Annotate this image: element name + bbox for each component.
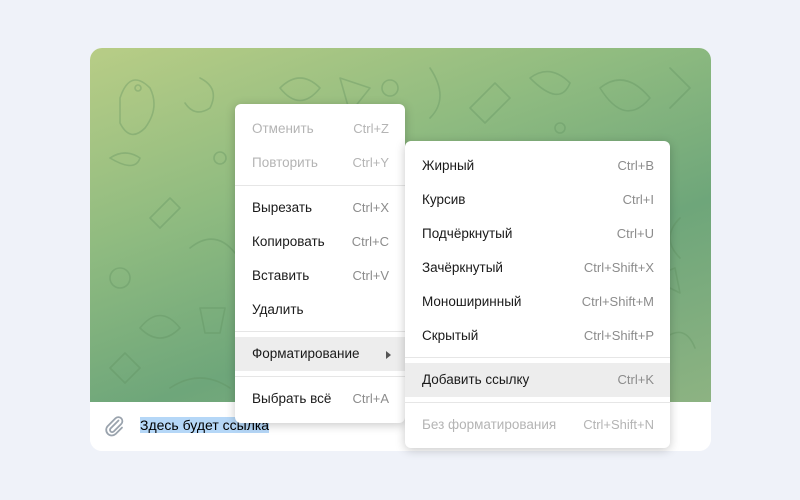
menu-item-bold[interactable]: Жирный Ctrl+B [405,149,670,183]
menu-item-label: Подчёркнутый [422,226,513,241]
menu-item-label: Моноширинный [422,294,522,309]
menu-item-shortcut: Ctrl+B [617,158,654,173]
menu-item-label: Форматирование [252,346,360,361]
menu-item-label: Жирный [422,158,475,173]
menu-item-paste[interactable]: Вставить Ctrl+V [235,259,405,293]
formatting-submenu: Жирный Ctrl+B Курсив Ctrl+I Подчёркнутый… [405,141,670,448]
menu-item-undo[interactable]: Отменить Ctrl+Z [235,112,405,146]
menu-item-label: Повторить [252,155,318,170]
menu-item-clear-formatting[interactable]: Без форматирования Ctrl+Shift+N [405,408,670,442]
menu-item-shortcut: Ctrl+V [352,268,389,283]
menu-item-shortcut: Ctrl+Shift+M [581,294,654,309]
menu-item-label: Вставить [252,268,310,283]
menu-item-underline[interactable]: Подчёркнутый Ctrl+U [405,217,670,251]
menu-separator [405,402,670,403]
menu-item-shortcut: Ctrl+X [352,200,389,215]
menu-item-copy[interactable]: Копировать Ctrl+C [235,225,405,259]
context-menu: Отменить Ctrl+Z Повторить Ctrl+Y Вырезат… [235,104,405,423]
menu-item-shortcut: Ctrl+K [617,372,654,387]
menu-item-select-all[interactable]: Выбрать всё Ctrl+A [235,382,405,416]
menu-item-strikethrough[interactable]: Зачёркнутый Ctrl+Shift+X [405,251,670,285]
menu-item-italic[interactable]: Курсив Ctrl+I [405,183,670,217]
chevron-right-icon [386,351,391,359]
menu-item-label: Курсив [422,192,466,207]
menu-separator [235,331,405,332]
menu-item-label: Выбрать всё [252,391,332,406]
menu-item-shortcut: Ctrl+Y [352,155,389,170]
menu-item-shortcut: Ctrl+A [352,391,389,406]
menu-item-shortcut: Ctrl+Shift+P [583,328,654,343]
menu-item-label: Копировать [252,234,325,249]
menu-item-label: Удалить [252,302,304,317]
menu-item-label: Отменить [252,121,314,136]
menu-item-spoiler[interactable]: Скрытый Ctrl+Shift+P [405,319,670,353]
menu-item-shortcut: Ctrl+C [351,234,389,249]
menu-item-shortcut: Ctrl+I [622,192,654,207]
menu-item-label: Без форматирования [422,417,557,432]
menu-item-shortcut: Ctrl+Z [353,121,389,136]
menu-item-label: Добавить ссылку [422,372,530,387]
menu-item-label: Скрытый [422,328,479,343]
menu-item-shortcut: Ctrl+Shift+X [583,260,654,275]
menu-separator [405,357,670,358]
menu-item-label: Вырезать [252,200,313,215]
menu-item-cut[interactable]: Вырезать Ctrl+X [235,191,405,225]
menu-item-redo[interactable]: Повторить Ctrl+Y [235,146,405,180]
menu-item-label: Зачёркнутый [422,260,503,275]
menu-separator [235,376,405,377]
menu-item-formatting[interactable]: Форматирование [235,337,405,371]
menu-item-shortcut: Ctrl+Shift+N [583,417,654,432]
menu-item-delete[interactable]: Удалить [235,293,405,327]
paperclip-icon[interactable] [102,414,126,438]
menu-item-shortcut: Ctrl+U [616,226,654,241]
menu-item-add-link[interactable]: Добавить ссылку Ctrl+K [405,363,670,397]
menu-item-monospace[interactable]: Моноширинный Ctrl+Shift+M [405,285,670,319]
menu-separator [235,185,405,186]
